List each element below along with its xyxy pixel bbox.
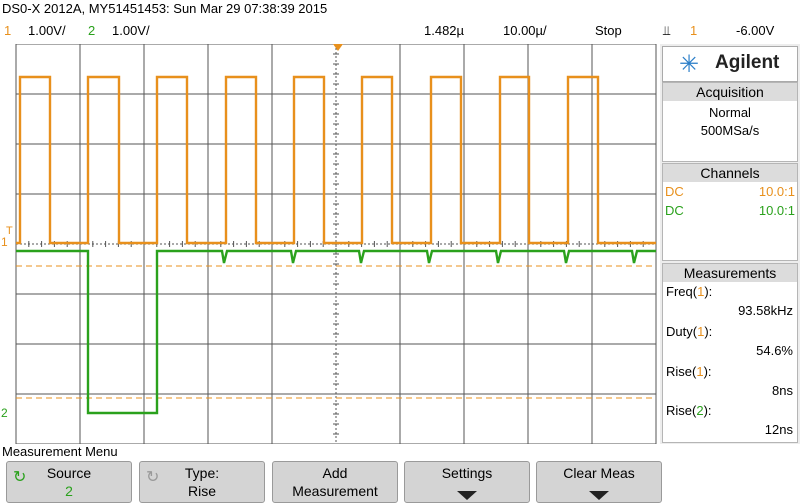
ch2-scale[interactable]: 1.00V/ (112, 23, 150, 38)
softkey-value: Rise (187, 483, 216, 499)
softkey-label: Add (322, 465, 348, 481)
trigger-level[interactable]: -6.00V (736, 23, 774, 38)
ch1-probe: 10.0:1 (758, 184, 795, 199)
type-softkey[interactable]: ↻ Type: Rise (139, 461, 265, 503)
ch2-coupling: DC (665, 203, 684, 218)
ch1-number[interactable]: 1 (4, 23, 11, 38)
brand-logo: ✳ Agilent (662, 46, 798, 82)
starburst-icon: ✳ (679, 51, 700, 78)
channels-panel[interactable]: DC 10.0:1 DC 10.0:1 (662, 182, 798, 261)
softkey-value: 2 (65, 483, 73, 499)
softkey-value: Measurement (292, 483, 378, 499)
softkey-label: Source (46, 465, 92, 481)
source-softkey[interactable]: ↻ Source 2 (6, 461, 132, 503)
ch2-probe: 10.0:1 (758, 203, 795, 218)
brand-name: Agilent (715, 52, 780, 73)
acquisition-header: Acquisition (662, 82, 798, 102)
meas-value: 8ns (772, 383, 793, 398)
time-offset[interactable]: 1.482µ (424, 23, 464, 38)
acquisition-mode: Normal (709, 105, 751, 120)
add-measurement-softkey[interactable]: Add Measurement (272, 461, 398, 503)
clear-meas-softkey[interactable]: Clear Meas (536, 461, 662, 503)
ch2-ground-marker: 2 (1, 406, 8, 420)
meas-value: 54.6% (756, 343, 793, 358)
trigger-edge-icon: ⫫ (663, 23, 671, 38)
ch1-coupling: DC (665, 184, 684, 199)
menu-title: Measurement Menu (2, 444, 118, 459)
softkey-label: Clear Meas (563, 465, 635, 481)
trigger-source[interactable]: 1 (690, 23, 697, 38)
meas-label: Rise(2): (666, 403, 712, 418)
run-state[interactable]: Stop (595, 23, 622, 38)
acquisition-panel[interactable]: Normal 500MSa/s (662, 101, 798, 162)
submenu-arrow-icon (589, 491, 609, 500)
ch2-number[interactable]: 2 (88, 23, 95, 38)
ch1-scale[interactable]: 1.00V/ (28, 23, 66, 38)
waveform-svg: T 1 2 (1, 44, 657, 444)
meas-label: Rise(1): (666, 364, 712, 379)
timebase[interactable]: 10.00µ/ (503, 23, 547, 38)
scope-status-bar: 1 1.00V/ 2 1.00V/ 1.482µ 10.00µ/ Stop ⫫ … (0, 20, 800, 44)
softkey-label: Settings (441, 465, 493, 481)
measurements-panel[interactable]: Freq(1): 93.58kHz Duty(1): 54.6% Rise(1)… (662, 282, 798, 443)
trigger-position-marker (333, 44, 343, 51)
settings-softkey[interactable]: Settings (404, 461, 530, 503)
acquisition-rate: 500MSa/s (700, 123, 760, 138)
meas-value: 93.58kHz (738, 303, 793, 318)
measurements-header: Measurements (662, 263, 798, 283)
window-title: DS0-X 2012A, MY51451453: Sun Mar 29 07:3… (2, 1, 328, 16)
channels-header: Channels (662, 163, 798, 183)
softkey-label: Type: (184, 465, 220, 481)
meas-label: Duty(1): (666, 324, 713, 339)
waveform-display[interactable]: T 1 2 (0, 44, 660, 444)
meas-label: Freq(1): (666, 284, 713, 299)
meas-value: 12ns (764, 422, 793, 437)
submenu-arrow-icon (457, 491, 477, 500)
ch1-ground-marker: 1 (1, 235, 8, 249)
